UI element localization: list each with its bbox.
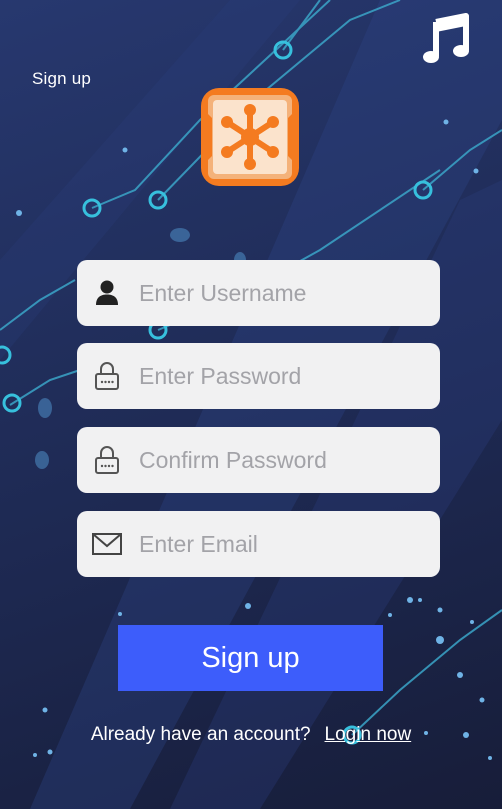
password-field[interactable] — [77, 343, 440, 409]
confirm-password-field[interactable] — [77, 427, 440, 493]
confirm-password-input[interactable] — [139, 427, 429, 493]
lock-icon — [91, 444, 123, 476]
lock-icon — [91, 360, 123, 392]
music-note-icon[interactable] — [422, 12, 472, 64]
signup-window: Sign up Enter Username Enter Email Sign … — [0, 0, 502, 809]
password-input[interactable] — [139, 343, 429, 409]
envelope-icon — [91, 528, 123, 560]
login-prompt: Already have an account? Login now — [0, 724, 502, 746]
login-now-link[interactable]: Login now — [325, 724, 412, 745]
username-input[interactable] — [139, 260, 429, 326]
window-title: Sign up — [32, 69, 92, 88]
user-icon — [91, 277, 123, 309]
signup-button[interactable]: Sign up — [118, 625, 383, 691]
login-prompt-text: Already have an account? — [90, 724, 311, 745]
email-input[interactable] — [139, 511, 429, 577]
username-field[interactable] — [77, 260, 440, 326]
app-logo — [199, 86, 301, 188]
email-field[interactable] — [77, 511, 440, 577]
